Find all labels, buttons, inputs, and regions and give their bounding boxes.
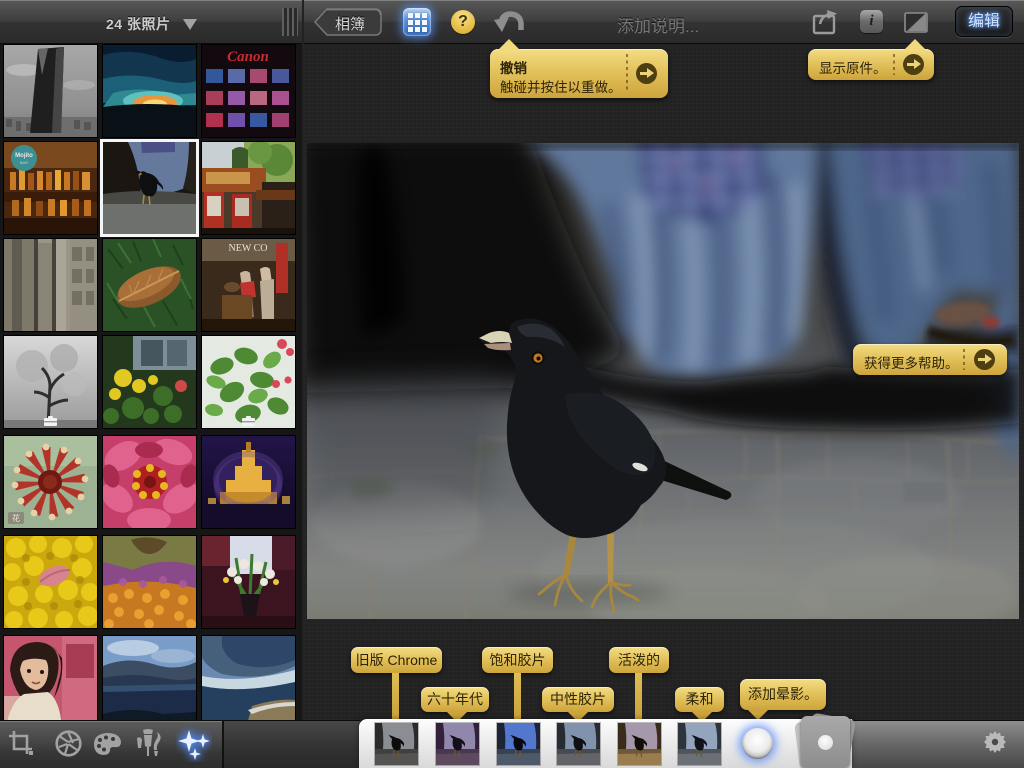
svg-text:NEW CO: NEW CO xyxy=(229,243,268,254)
svg-text:Mojito: Mojito xyxy=(15,153,33,159)
svg-text:花: 花 xyxy=(12,513,20,523)
svg-text:Canon: Canon xyxy=(227,49,269,65)
svg-text:BAR: BAR xyxy=(20,160,28,165)
